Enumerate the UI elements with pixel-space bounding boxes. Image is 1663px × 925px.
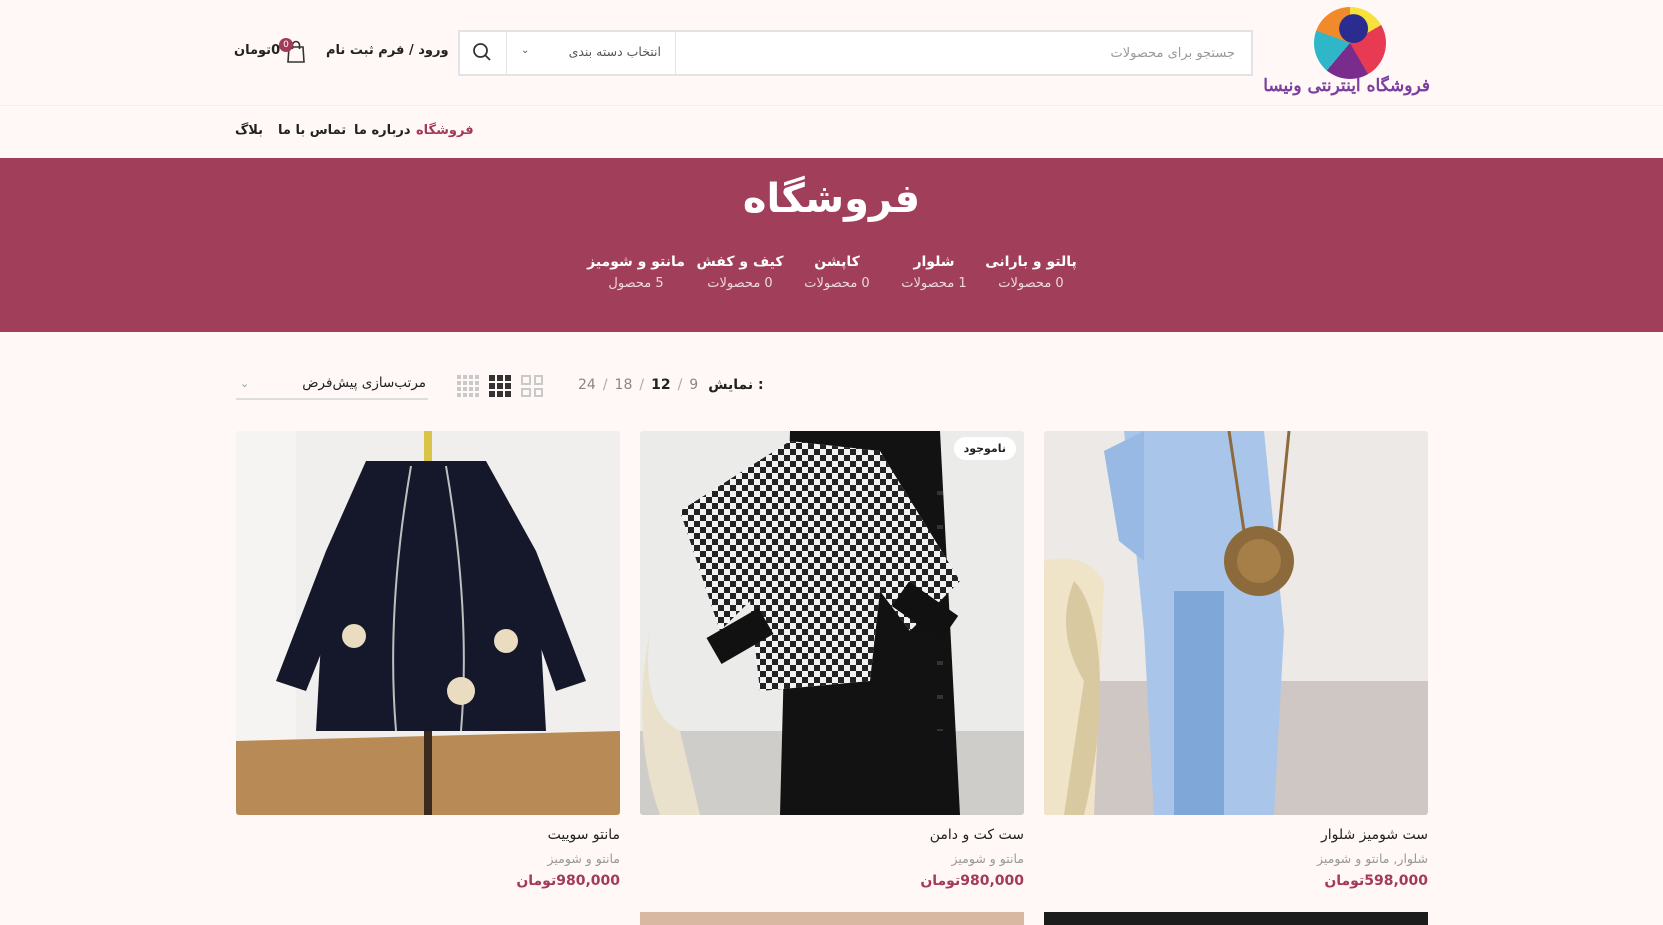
chevron-down-icon: ⌄: [240, 377, 250, 390]
product-image[interactable]: [236, 431, 620, 815]
product-card[interactable]: ست شومیز شلوار شلوار, مانتو و شومیز 598,…: [1044, 431, 1428, 889]
product-title[interactable]: ست کت و دامن: [640, 827, 1024, 843]
separator: /: [639, 377, 645, 393]
product-category[interactable]: شلوار, مانتو و شومیز: [1044, 851, 1428, 866]
main-nav: فروشگاه درباره ما تماس با ما بلاگ: [0, 106, 1663, 158]
category-name: کیف و کفش: [696, 254, 784, 270]
per-page-label: نمایش :: [708, 377, 764, 393]
cart-total: 0تومان: [234, 43, 281, 58]
category-select[interactable]: انتخاب دسته بندی ⌄: [506, 32, 676, 74]
product-image[interactable]: [1044, 912, 1428, 925]
nav-item-shop[interactable]: فروشگاه: [416, 123, 474, 138]
logo-text: فروشگاه اینترنتی ونیسا: [1263, 76, 1430, 96]
category-count: 5 محصول: [608, 276, 664, 291]
site-header: فروشگاه اینترنتی ونیسا انتخاب دسته بندی …: [0, 0, 1663, 106]
product-title[interactable]: ست شومیز شلوار: [1044, 827, 1428, 843]
search-input[interactable]: [676, 32, 1251, 74]
shop-toolbar: مرتب‌سازی پیش‌فرض ⌄ 24 / 18 / 12 / 9 نمایش :: [0, 360, 1663, 410]
product-price: 980,000تومان: [920, 873, 1024, 889]
product-price: 980,000تومان: [516, 873, 620, 889]
out-of-stock-badge: ناموجود: [953, 437, 1016, 460]
product-card[interactable]: مانتو سوییت مانتو و شومیز 980,000تومان: [236, 431, 620, 889]
sort-select-label: مرتب‌سازی پیش‌فرض: [302, 375, 426, 391]
page-title: فروشگاه: [742, 176, 921, 222]
product-category[interactable]: مانتو و شومیز: [640, 851, 1025, 866]
nav-item-about[interactable]: درباره ما: [354, 123, 411, 138]
separator: /: [677, 377, 683, 393]
category-link[interactable]: کیف و کفش 0 محصولات: [680, 254, 800, 291]
product-image[interactable]: ناموجود: [640, 431, 1024, 815]
logo-emblem-icon: [1314, 7, 1386, 79]
product-title[interactable]: مانتو سوییت: [236, 827, 620, 843]
grid-2-columns-icon[interactable]: [521, 375, 543, 397]
category-select-label: انتخاب دسته بندی: [568, 44, 661, 59]
per-page-option[interactable]: 9: [689, 377, 698, 393]
store-logo[interactable]: فروشگاه اینترنتی ونیسا: [1263, 6, 1430, 102]
product-image[interactable]: [640, 912, 1024, 925]
product-category[interactable]: مانتو و شومیز: [236, 851, 621, 866]
per-page-option[interactable]: 18: [615, 377, 633, 393]
sort-select[interactable]: مرتب‌سازی پیش‌فرض ⌄: [236, 368, 428, 400]
nav-item-contact[interactable]: تماس با ما: [278, 123, 346, 138]
search-icon: [473, 43, 491, 61]
grid-3-columns-icon[interactable]: [489, 375, 511, 397]
product-price: 598,000تومان: [1324, 873, 1428, 889]
grid-4-columns-icon[interactable]: [457, 375, 479, 397]
per-page-selector: 24 / 18 / 12 / 9 نمایش :: [578, 377, 764, 393]
product-image[interactable]: [1044, 431, 1428, 815]
product-card[interactable]: ناموجود ست کت و دامن مانتو و شومیز 980,0…: [640, 431, 1024, 889]
per-page-option-active[interactable]: 12: [651, 377, 670, 393]
per-page-option[interactable]: 24: [578, 377, 596, 393]
search-bar: انتخاب دسته بندی ⌄: [458, 30, 1253, 76]
login-register-link[interactable]: ورود / فرم ثبت نام: [326, 43, 449, 58]
separator: /: [602, 377, 608, 393]
category-name: مانتو و شومیز: [587, 254, 685, 270]
category-link[interactable]: مانتو و شومیز 5 محصول: [576, 254, 696, 291]
cart-count-badge: 0: [279, 38, 293, 52]
search-button[interactable]: [460, 32, 506, 74]
shop-banner: فروشگاه پالتو و بارانی 0 محصولات شلوار 1…: [0, 158, 1663, 332]
cart-button[interactable]: 0تومان 0: [234, 38, 310, 68]
category-count: 0 محصولات: [707, 276, 773, 291]
nav-item-blog[interactable]: بلاگ: [235, 123, 263, 138]
chevron-down-icon: ⌄: [521, 45, 530, 56]
